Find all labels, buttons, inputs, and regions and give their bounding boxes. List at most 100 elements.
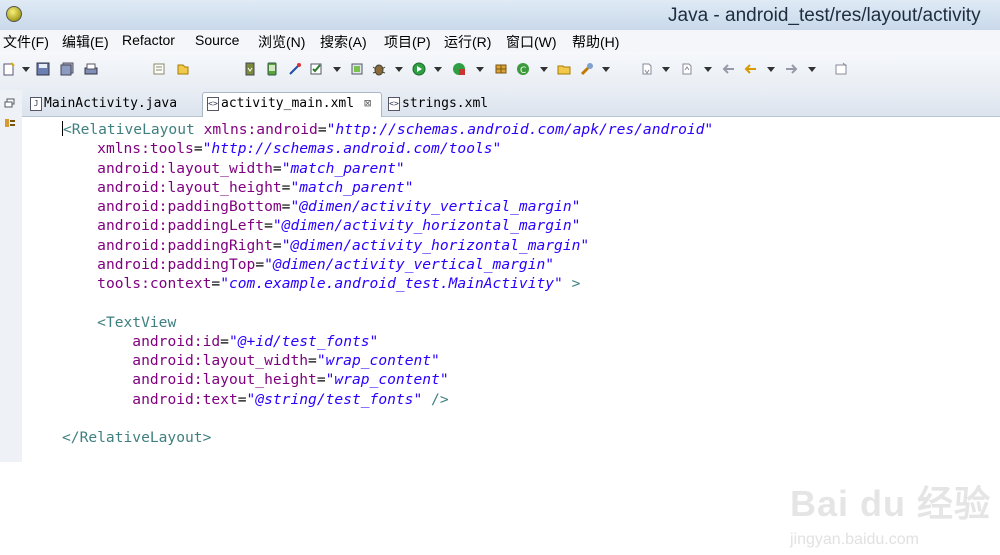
editor-tab-bar: J MainActivity.java <> activity_main.xml… [22,90,1000,117]
menu-window[interactable]: 窗口(W) [506,32,557,52]
tab-strings-xml[interactable]: <> strings.xml [384,93,504,115]
menu-navigate[interactable]: 浏览(N) [258,32,305,52]
menu-source[interactable]: Source [195,32,239,48]
checkbox-dropdown-arrow[interactable] [333,67,341,72]
code-token: "com.example.android_test.MainActivity" [220,275,563,292]
code-line[interactable]: android:layout_height="match_parent" [62,178,713,197]
previous-annotation-icon[interactable] [680,62,694,76]
code-line[interactable] [62,293,713,312]
code-token: "match_parent" [281,159,405,177]
menu-project[interactable]: 项目(P) [384,32,431,52]
code-line[interactable] [62,409,713,428]
external-tools-icon[interactable] [452,62,466,76]
code-line[interactable]: xmlns:tools="http://schemas.android.com/… [62,139,713,158]
code-line[interactable]: android:layout_height="wrap_content" [62,370,713,389]
tab-mainactivity-java[interactable]: J MainActivity.java [26,93,196,115]
package-explorer-icon[interactable] [4,118,16,128]
code-token: android:layout_width [97,159,273,177]
editor-gutter [22,117,60,462]
code-token: "@dimen/activity_vertical_margin" [290,198,581,215]
run-icon[interactable] [412,62,426,76]
save-all-icon[interactable] [60,62,74,76]
code-token: "match_parent" [290,178,414,196]
checkbox-toggle-icon[interactable] [310,62,324,76]
menu-search[interactable]: 搜索(A) [320,32,367,52]
back-icon[interactable] [744,62,758,76]
menu-refactor[interactable]: Refactor [122,32,175,48]
code-line[interactable]: android:layout_width="match_parent" [62,159,713,178]
code-area[interactable]: <RelativeLayout xmlns:android="http://sc… [62,120,713,447]
external-tools-dropdown-arrow[interactable] [476,67,484,72]
forward-icon[interactable] [784,62,798,76]
print-icon[interactable] [84,62,98,76]
last-edit-location-icon[interactable] [722,62,736,76]
code-token: = [264,217,273,235]
code-line[interactable]: android:paddingRight="@dimen/activity_ho… [62,236,713,255]
open-folder-icon[interactable] [557,62,571,76]
tab-activity-main-xml[interactable]: <> activity_main.xml ⊠ [202,92,382,117]
menu-help[interactable]: 帮助(H) [572,32,619,52]
code-line[interactable]: android:paddingTop="@dimen/activity_vert… [62,255,713,274]
new-class-dropdown-arrow[interactable] [540,67,548,72]
close-tab-icon[interactable]: ⊠ [364,96,371,110]
search-brush-icon[interactable] [580,62,594,76]
code-token: = [220,332,229,350]
code-token: android:paddingBottom [97,198,282,215]
code-line[interactable]: android:paddingLeft="@dimen/activity_hor… [62,216,713,235]
run-dropdown-arrow[interactable] [434,67,442,72]
title-bar: Java - android_test/res/layout/activity [0,0,1000,30]
code-line[interactable]: <TextView [62,313,713,332]
restore-icon[interactable] [4,98,16,108]
new-java-class-icon[interactable]: C [516,62,530,76]
new-dropdown-arrow[interactable] [22,67,30,72]
save-icon[interactable] [36,62,50,76]
code-line[interactable]: android:id="@+id/test_fonts" [62,332,713,351]
back-dropdown-arrow[interactable] [767,67,775,72]
next-annotation-icon[interactable] [640,62,654,76]
open-type-icon[interactable] [152,62,166,76]
code-line[interactable]: tools:context="com.example.android_test.… [62,274,713,293]
next-annotation-dropdown-arrow[interactable] [662,67,670,72]
code-token: > [562,275,581,292]
search-dropdown-arrow[interactable] [602,67,610,72]
menu-run[interactable]: 运行(R) [444,32,491,52]
code-token: "wrap_content" [316,352,440,369]
code-token: android:paddingTop [97,255,256,273]
code-line[interactable]: <RelativeLayout xmlns:android="http://sc… [62,120,713,139]
code-line[interactable]: android:paddingBottom="@dimen/activity_v… [62,197,713,216]
menu-file[interactable]: 文件(F) [3,32,49,52]
debug-icon[interactable] [372,62,386,76]
menu-edit[interactable]: 编辑(E) [62,32,109,52]
code-line[interactable]: </RelativeLayout> [62,428,713,447]
xml-editor[interactable]: <RelativeLayout xmlns:android="http://sc… [22,117,1000,548]
new-icon[interactable] [2,62,16,76]
avd-manager-icon[interactable] [265,62,279,76]
eclipse-app-icon[interactable] [6,6,22,22]
code-token: = [272,159,282,177]
code-line[interactable]: android:text="@string/test_fonts" /> [62,390,713,409]
code-token: xmlns:tools [97,140,194,158]
forward-dropdown-arrow[interactable] [808,67,816,72]
open-resource-icon[interactable] [176,62,190,76]
code-token: </RelativeLayout> [62,429,212,446]
lint-icon[interactable] [288,62,302,76]
svg-text:C: C [520,66,526,76]
debug-dropdown-arrow[interactable] [395,67,403,72]
code-line[interactable]: android:layout_width="wrap_content" [62,351,713,370]
previous-annotation-dropdown-arrow[interactable] [704,67,712,72]
android-sdk-manager-icon[interactable] [243,62,257,76]
code-token: android:layout_height [97,178,282,196]
code-token: = [272,236,282,254]
code-token: "@dimen/activity_horizontal_margin" [281,236,590,254]
new-android-project-icon[interactable] [350,62,364,76]
new-java-package-icon[interactable] [494,62,508,76]
pin-editor-icon[interactable] [834,62,848,76]
code-token: tools:context [97,275,212,292]
